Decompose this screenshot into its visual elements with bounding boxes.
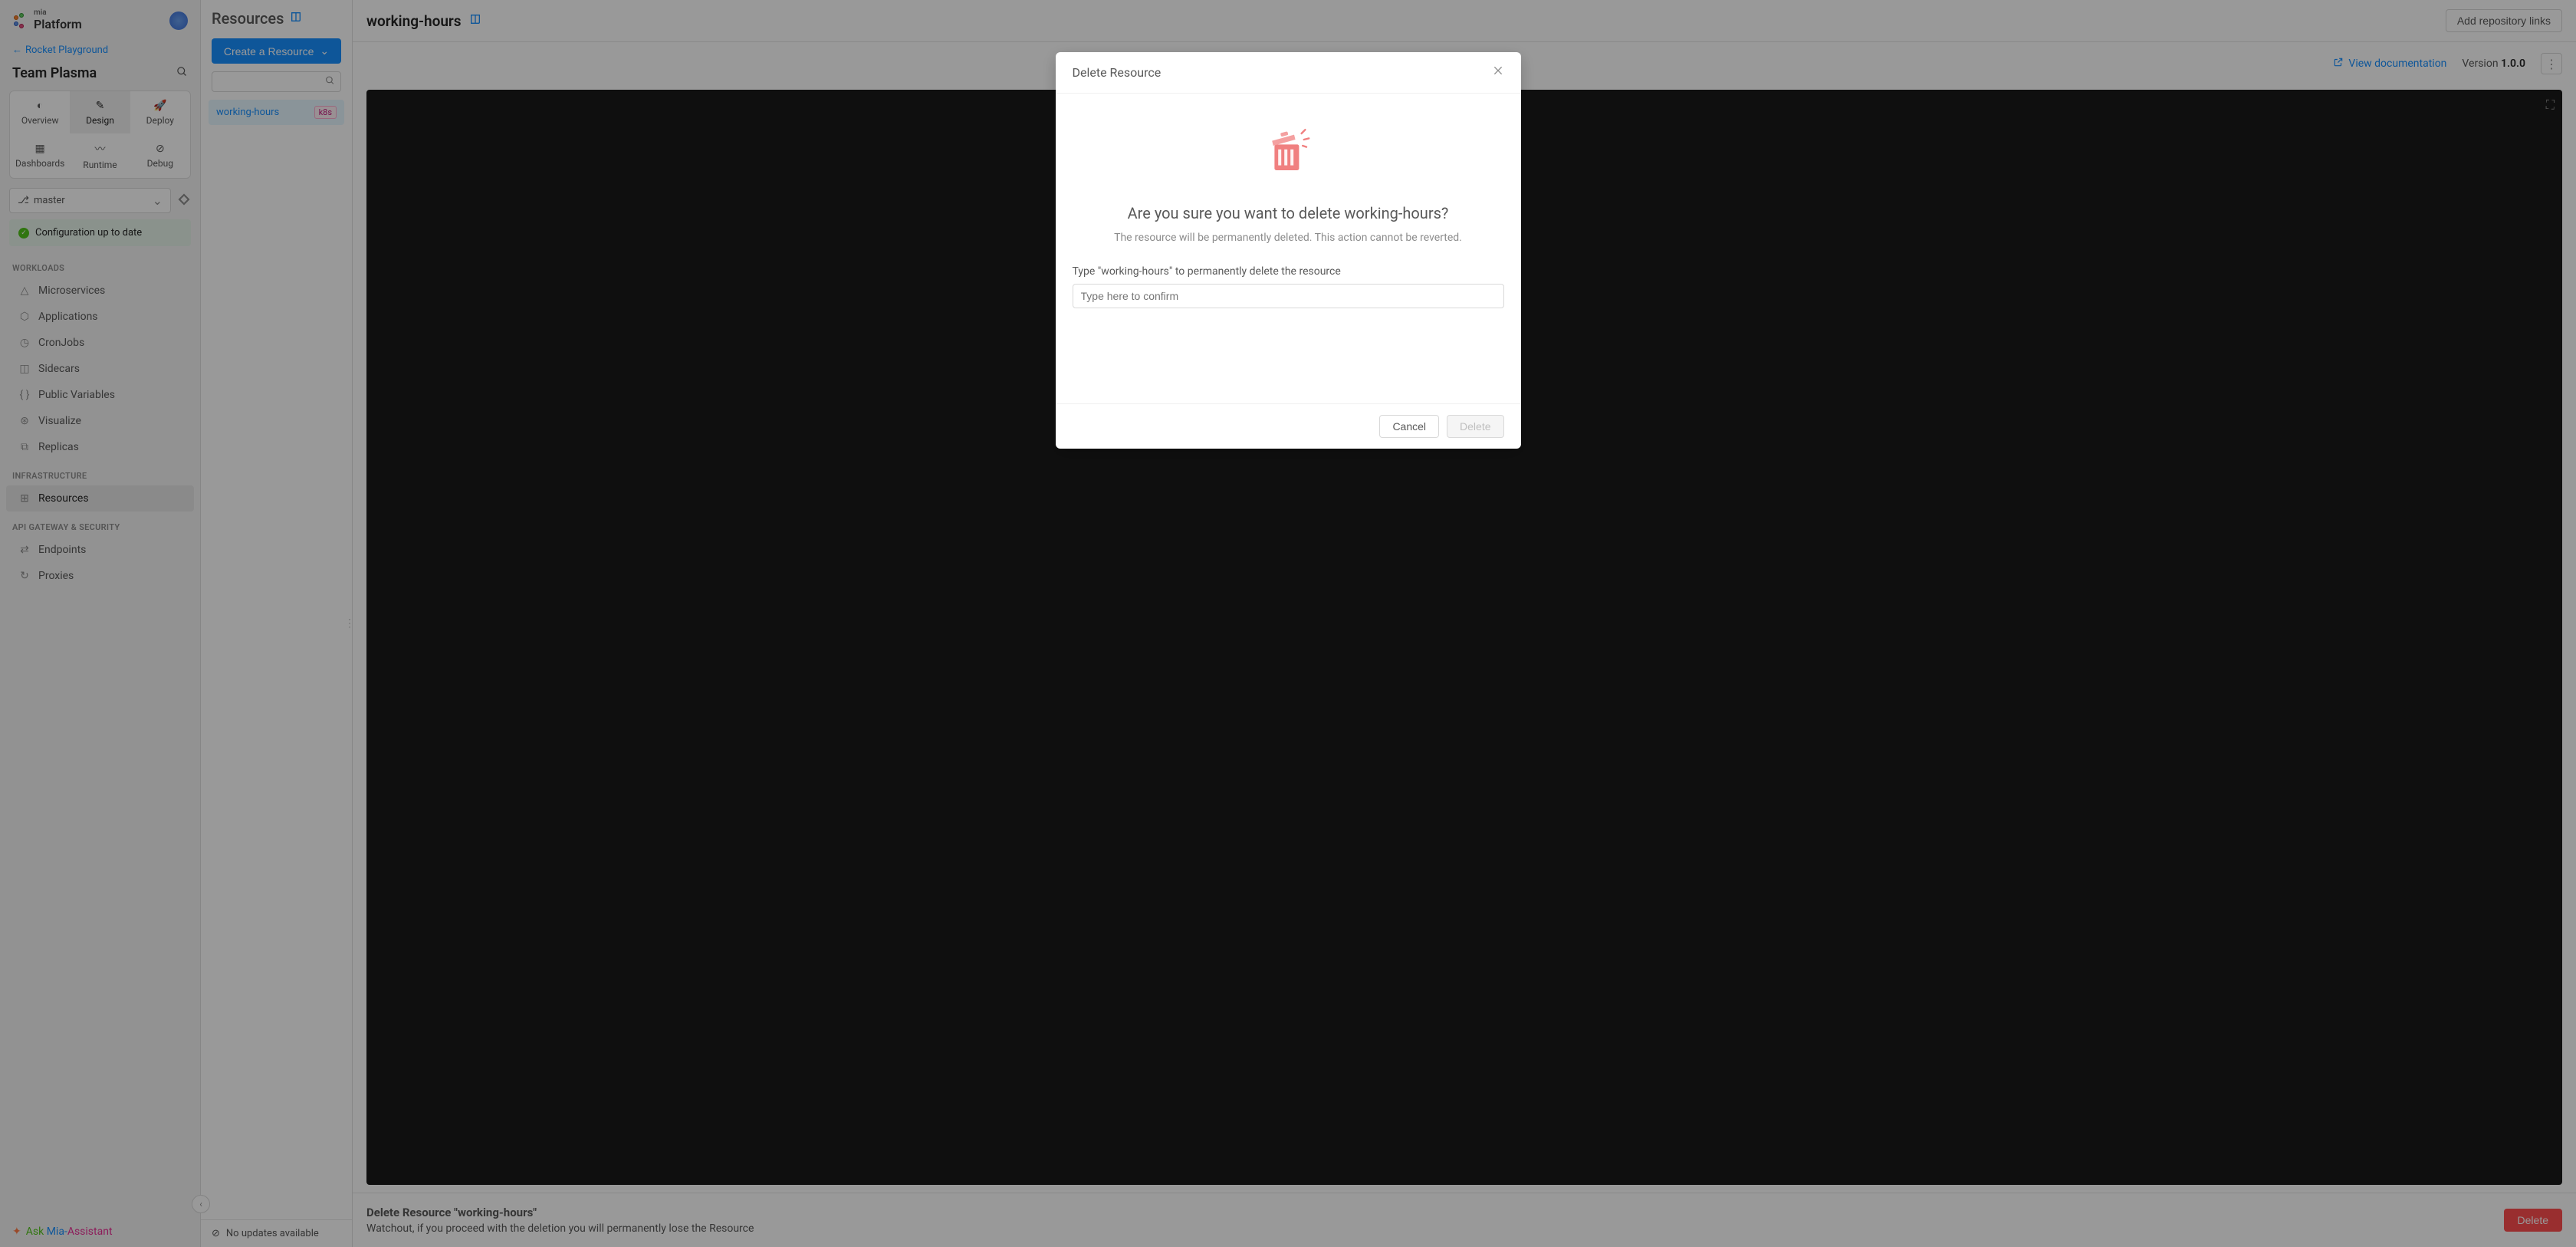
cancel-button[interactable]: Cancel <box>1379 415 1439 438</box>
confirm-delete-button[interactable]: Delete <box>1447 415 1503 438</box>
delete-resource-modal: Delete Resource Are you sure you want to… <box>1056 52 1521 449</box>
modal-close-button[interactable] <box>1492 64 1504 81</box>
close-icon <box>1492 64 1504 77</box>
modal-warning: The resource will be permanently deleted… <box>1073 232 1504 244</box>
confirm-delete-input[interactable] <box>1073 284 1504 308</box>
modal-overlay[interactable]: Delete Resource Are you sure you want to… <box>0 0 2576 1247</box>
modal-title: Delete Resource <box>1073 65 1162 80</box>
modal-input-label: Type "working-hours" to permanently dele… <box>1073 265 1504 278</box>
modal-question: Are you sure you want to delete working-… <box>1073 204 1504 222</box>
trash-icon <box>1257 121 1319 183</box>
